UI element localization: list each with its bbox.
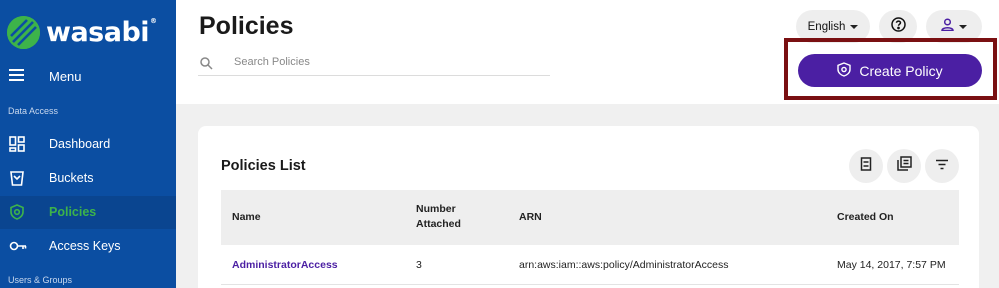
column-header-number-attached[interactable]: Number Attached [416,202,476,232]
key-icon [9,238,27,254]
bucket-icon [9,170,25,186]
page-title: Policies [199,12,294,40]
wasabi-logo-mark-icon [7,15,40,49]
sidebar-item-dashboard[interactable]: Dashboard [0,128,176,161]
create-policy-label: Create Policy [859,62,943,79]
policy-shield-icon [837,61,852,80]
column-header-name[interactable]: Name [232,210,261,225]
column-header-arn[interactable]: ARN [519,210,542,225]
policy-attached-count: 3 [416,259,422,271]
sidebar: wasabi® Menu Data Access Dashboard Bucke… [0,0,176,288]
policy-created-on: May 14, 2017, 7:57 PM [837,259,946,271]
page-header: Policies English Create Policy [176,0,999,104]
column-header-created-on[interactable]: Created On [837,210,894,225]
menu-toggle[interactable]: Menu [0,62,176,90]
filter-icon [935,157,949,175]
sidebar-item-label: Buckets [49,171,94,185]
sidebar-item-label: Policies [49,205,97,219]
sidebar-item-buckets[interactable]: Buckets [0,162,176,195]
table-header: Name Number Attached ARN Created On [221,190,959,245]
language-label: English [807,20,846,33]
hamburger-menu-icon [9,68,24,86]
policy-shield-icon [9,204,25,220]
sidebar-item-label: Access Keys [49,239,121,253]
policy-name-link[interactable]: AdministratorAccess [232,259,338,271]
section-users-groups: Users & Groups [8,275,73,285]
sidebar-item-access-keys[interactable]: Access Keys [0,230,176,263]
chevron-down-icon [959,24,967,29]
user-icon [941,17,954,36]
brand-name: wasabi [46,16,150,48]
table-row: AdministratorAccess 3 arn:aws:iam::aws:p… [221,245,959,285]
filter-button[interactable] [925,149,959,183]
library-icon [896,156,912,176]
export-button[interactable] [887,149,921,183]
search-field[interactable] [198,54,550,76]
column-view-button[interactable] [849,149,883,183]
brand-trademark: ® [150,16,157,25]
list-view-icon [860,156,872,176]
search-input[interactable] [234,56,534,68]
wasabi-logo-text: wasabi® [46,17,157,48]
sidebar-item-policies[interactable]: Policies [0,196,176,229]
section-data-access: Data Access [8,106,59,116]
sidebar-item-label: Dashboard [49,137,111,151]
create-policy-button[interactable]: Create Policy [798,54,982,87]
card-title: Policies List [221,158,306,174]
policies-list-card: Policies List Name Number Attached ARN C… [198,126,979,288]
wasabi-logo[interactable]: wasabi® [7,14,157,50]
dashboard-icon [9,136,25,152]
menu-label: Menu [49,69,82,84]
search-icon [200,57,213,75]
chevron-down-icon [850,24,859,29]
policy-arn: arn:aws:iam::aws:policy/AdministratorAcc… [519,259,729,271]
help-icon [890,16,906,37]
